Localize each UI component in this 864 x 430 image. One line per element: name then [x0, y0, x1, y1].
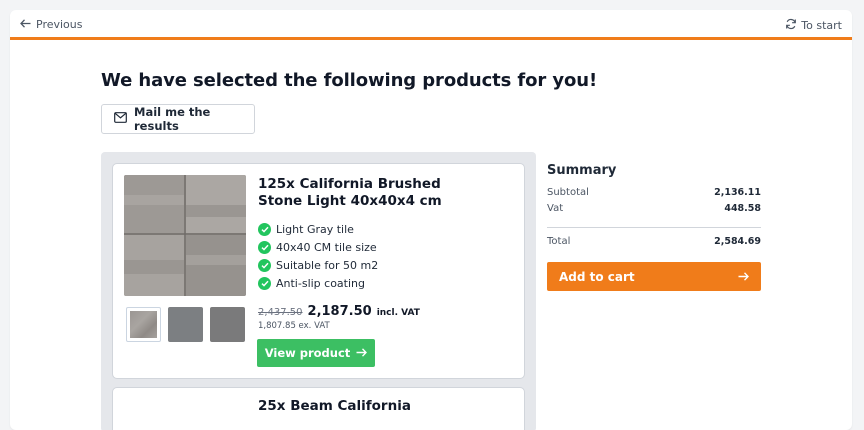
- subtotal-row: Subtotal 2,136.11: [547, 187, 761, 203]
- thumbnail-3[interactable]: [210, 307, 245, 342]
- page-title: We have selected the following products …: [101, 70, 598, 91]
- product-title: 125x California Brushed Stone Light 40x4…: [258, 176, 442, 209]
- product-title: 25x Beam California: [258, 398, 411, 414]
- check-circle-icon: [258, 240, 271, 254]
- feature-list: Light Gray tile 40x40 CM tile size Suita…: [258, 220, 378, 292]
- feature-item: 40x40 CM tile size: [258, 238, 378, 256]
- product-card: 125x California Brushed Stone Light 40x4…: [112, 163, 525, 379]
- product-card: 25x Beam California: [112, 387, 525, 430]
- feature-label: Suitable for 50 m2: [276, 258, 379, 272]
- check-circle-icon: [258, 276, 271, 290]
- add-to-cart-button[interactable]: Add to cart: [547, 262, 761, 291]
- check-circle-icon: [258, 258, 271, 272]
- add-to-cart-label: Add to cart: [559, 269, 635, 284]
- arrow-right-icon: [356, 346, 368, 360]
- current-price: 2,187.50: [307, 304, 372, 319]
- mail-icon: [114, 112, 127, 126]
- arrow-right-icon: [738, 270, 749, 284]
- arrow-left-icon: [20, 18, 31, 31]
- price-ex-vat: 1,807.85 ex. VAT: [258, 321, 330, 331]
- thumbnail-1[interactable]: [126, 307, 161, 342]
- thumbnail-2[interactable]: [168, 307, 203, 342]
- feature-label: Light Gray tile: [276, 222, 354, 236]
- previous-button[interactable]: Previous: [20, 18, 83, 31]
- mail-results-label: Mail me the results: [134, 105, 211, 133]
- feature-label: Anti-slip coating: [276, 276, 365, 290]
- total-value: 2,584.69: [714, 236, 761, 247]
- to-start-button[interactable]: To start: [785, 18, 842, 33]
- top-bar: Previous To start: [10, 10, 852, 40]
- view-product-button[interactable]: View product: [257, 339, 375, 367]
- price-suffix: incl. VAT: [376, 308, 420, 318]
- vat-label: Vat: [547, 203, 564, 214]
- price-row: 2,437.50 2,187.50 incl. VAT: [258, 304, 420, 319]
- subtotal-label: Subtotal: [547, 187, 589, 198]
- check-circle-icon: [258, 222, 271, 236]
- feature-label: 40x40 CM tile size: [276, 240, 377, 254]
- vat-value: 448.58: [724, 203, 761, 214]
- feature-item: Suitable for 50 m2: [258, 256, 378, 274]
- summary-panel: Summary Subtotal 2,136.11 Vat 448.58 Tot…: [547, 163, 761, 291]
- product-image[interactable]: [124, 175, 246, 296]
- old-price: 2,437.50: [258, 307, 303, 318]
- feature-item: Light Gray tile: [258, 220, 378, 238]
- total-label: Total: [547, 236, 571, 247]
- feature-item: Anti-slip coating: [258, 274, 378, 292]
- summary-divider: [547, 227, 761, 228]
- subtotal-value: 2,136.11: [714, 187, 761, 198]
- to-start-label: To start: [801, 19, 842, 32]
- summary-title: Summary: [547, 163, 617, 178]
- product-list: 125x California Brushed Stone Light 40x4…: [101, 152, 536, 430]
- view-product-label: View product: [264, 346, 351, 360]
- mail-results-button[interactable]: Mail me the results: [101, 104, 255, 134]
- total-row: Total 2,584.69: [547, 236, 761, 252]
- refresh-icon: [785, 18, 797, 33]
- previous-label: Previous: [36, 18, 83, 31]
- vat-row: Vat 448.58: [547, 203, 761, 219]
- app-window: Previous To start We have selected the f…: [10, 10, 852, 430]
